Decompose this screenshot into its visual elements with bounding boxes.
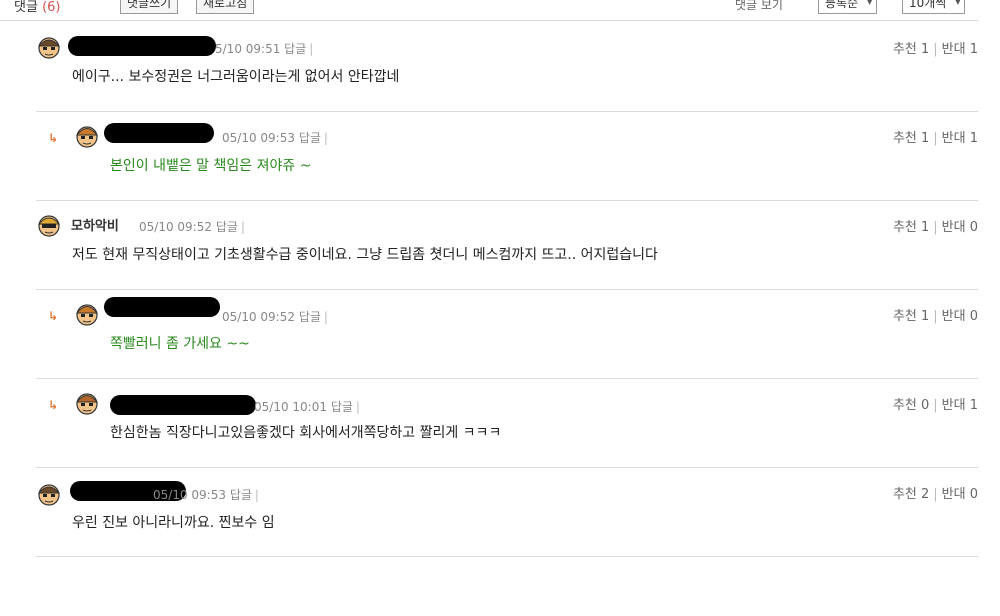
vote-counts: 추천 1 | 반대 0 <box>892 309 978 324</box>
reply-link[interactable]: 답글 <box>299 131 321 145</box>
right-edge-clip <box>978 0 1000 616</box>
reply-link[interactable]: 답글 <box>284 42 306 56</box>
user-avatar-icon <box>37 215 61 237</box>
dislike-count[interactable]: 반대 0 <box>942 220 978 235</box>
comment-meta: 05/10 09:53 답글 | <box>153 488 259 502</box>
like-count[interactable]: 추천 1 <box>893 220 929 235</box>
redacted-nickname <box>104 297 220 317</box>
sort-label: 댓글 보기 <box>735 0 783 12</box>
vote-counts: 추천 1 | 반대 0 <box>892 220 978 235</box>
comment-meta: 05/10 09:52 답글 | <box>139 220 245 234</box>
dislike-count[interactable]: 반대 1 <box>942 398 978 413</box>
like-count[interactable]: 추천 0 <box>893 398 929 413</box>
comment-text: 한심한놈 직장다니고있음좋겠다 회사에서개쪽당하고 짤리게 ㅋㅋㅋ <box>110 425 502 441</box>
comment-meta: 05/10 09:53 답글 | <box>222 131 328 145</box>
like-count[interactable]: 추천 1 <box>893 42 929 57</box>
comment-nickname[interactable]: 모하악비 <box>71 215 119 234</box>
sort-select[interactable]: 등록순 <box>818 0 878 14</box>
comment-time: 05/10 10:01 <box>254 400 327 414</box>
comment-meta: 05/10 10:01 답글 | <box>254 400 360 414</box>
comment-item: ↳ 05/10 09:53 답글 | 본인이 내뱉은 말 책임은 져야쥬 ~ 추천… <box>36 111 978 201</box>
reply-link[interactable]: 답글 <box>331 400 353 414</box>
comment-time: 05/10 09:53 <box>222 131 295 145</box>
comment-text: 쪽빨러니 좀 가세요 ~~ <box>110 336 250 352</box>
reply-arrow-icon: ↳ <box>48 398 59 412</box>
comment-count-label: 댓글 (6) <box>14 0 61 15</box>
write-comment-button[interactable]: 댓글쓰기 <box>120 0 179 14</box>
user-avatar-icon <box>75 126 99 148</box>
comment-time: 05/10 09:52 <box>222 310 295 324</box>
redacted-nickname <box>68 36 216 56</box>
like-count[interactable]: 추천 1 <box>893 131 929 146</box>
user-avatar-icon <box>37 484 61 506</box>
vote-counts: 추천 0 | 반대 1 <box>892 398 978 413</box>
page-size-select[interactable]: 10개씩 <box>902 0 966 14</box>
user-avatar-icon <box>75 304 99 326</box>
refresh-button[interactable]: 새로고침 <box>196 0 255 14</box>
reply-link[interactable]: 답글 <box>216 220 238 234</box>
comment-item: 모하악비 05/10 09:52 답글 | 저도 현재 무직상태이고 기초생활수급… <box>36 200 978 290</box>
redacted-nickname <box>104 123 214 143</box>
redacted-nickname <box>110 395 256 415</box>
comment-text: 에이구... 보수정권은 너그러움이라는게 없어서 안타깝네 <box>72 69 400 85</box>
comment-text: 본인이 내뱉은 말 책임은 져야쥬 ~ <box>110 158 312 174</box>
comment-item: ↳ 05/10 10:01 답글 | 한심한놈 직장다니고있음좋겠다 회사에서개쪽… <box>36 378 978 468</box>
dislike-count[interactable]: 반대 0 <box>942 309 978 324</box>
dislike-count[interactable]: 반대 0 <box>942 487 978 502</box>
comment-text: 우린 진보 아니라니까요. 찐보수 임 <box>72 515 275 531</box>
comment-toolbar: 댓글 (6) 댓글쓰기 새로고침 댓글 보기 등록순 10개씩 <box>0 0 1000 21</box>
like-count[interactable]: 추천 2 <box>893 487 929 502</box>
comment-item: 05/10 09:53 답글 | 우린 진보 아니라니까요. 찐보수 임 추천 2… <box>36 467 978 557</box>
user-avatar-icon <box>37 37 61 59</box>
user-avatar-icon <box>75 393 99 415</box>
vote-counts: 추천 1 | 반대 1 <box>892 131 978 146</box>
dislike-count[interactable]: 반대 1 <box>942 42 978 57</box>
comment-item: ↳ 05/10 09:52 답글 | 쪽빨러니 좀 가세요 ~~ 추천 1 | 반대 … <box>36 289 978 379</box>
like-count[interactable]: 추천 1 <box>893 309 929 324</box>
comment-text: 저도 현재 무직상태이고 기초생활수급 중이네요. 그냥 드립좀 쳣더니 메스컴… <box>72 247 658 263</box>
reply-link[interactable]: 답글 <box>230 488 252 502</box>
comment-time: 05/10 09:52 <box>139 220 212 234</box>
reply-link[interactable]: 답글 <box>299 310 321 324</box>
comment-time: 05/10 09:53 <box>153 488 226 502</box>
comment-item: 5/10 09:51 답글 | 에이구... 보수정권은 너그러움이라는게 없어서… <box>36 22 978 112</box>
comment-meta: 5/10 09:51 답글 | <box>215 42 314 56</box>
vote-counts: 추천 1 | 반대 1 <box>892 42 978 57</box>
dislike-count[interactable]: 반대 1 <box>942 131 978 146</box>
reply-arrow-icon: ↳ <box>48 131 59 145</box>
comment-time: 5/10 09:51 <box>215 42 281 56</box>
comment-meta: 05/10 09:52 답글 | <box>222 310 328 324</box>
reply-arrow-icon: ↳ <box>48 309 59 323</box>
vote-counts: 추천 2 | 반대 0 <box>892 487 978 502</box>
